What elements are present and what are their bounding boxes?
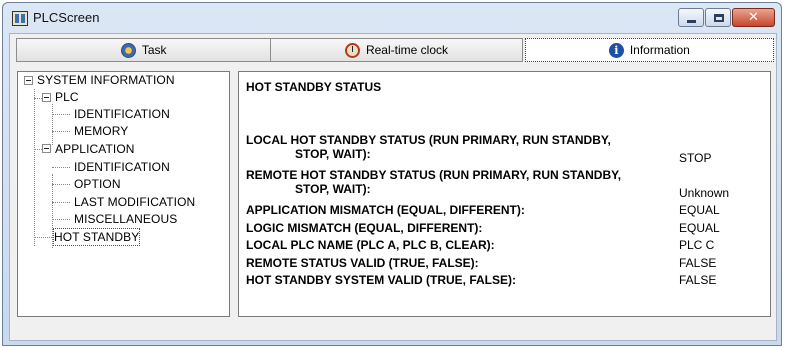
status-label: REMOTE STATUS VALID (TRUE, FALSE): (246, 256, 479, 270)
tree-node-system-information[interactable]: SYSTEM INFORMATION (37, 72, 175, 88)
status-value-local-plc-name: PLC C (679, 238, 715, 252)
client-area: Task Real-time clock i Information SYSTE… (9, 33, 777, 341)
tab-task-label: Task (141, 43, 167, 57)
status-label-continued: STOP, WAIT): (295, 147, 371, 161)
collapse-toggle-icon[interactable] (24, 76, 33, 85)
status-value-logic-mismatch: EQUAL (679, 221, 720, 235)
tree-node-app-last-modification[interactable]: LAST MODIFICATION (74, 194, 195, 210)
tree-node-app-option[interactable]: OPTION (74, 176, 121, 192)
detail-panel: HOT STANDBY STATUS LOCAL HOT STANDBY STA… (238, 71, 771, 317)
minimize-icon (687, 20, 696, 23)
status-label: LOCAL PLC NAME (PLC A, PLC B, CLEAR): (246, 238, 495, 252)
tree-line (52, 202, 70, 203)
close-icon: ✕ (748, 10, 759, 25)
tree-node-plc-memory[interactable]: MEMORY (74, 123, 128, 139)
tree-line (52, 104, 53, 145)
status-value-remote-status-valid: FALSE (679, 256, 717, 270)
tree-line (52, 219, 70, 220)
tab-bar: Task Real-time clock i Information (16, 38, 774, 64)
tree-line (52, 114, 70, 115)
status-label-continued: STOP, WAIT): (295, 182, 371, 196)
tree-line (52, 131, 70, 132)
tree-node-plc-identification[interactable]: IDENTIFICATION (74, 106, 170, 122)
status-row-application-mismatch: APPLICATION MISMATCH (EQUAL, DIFFERENT): (246, 203, 525, 217)
status-row-logic-mismatch: LOGIC MISMATCH (EQUAL, DIFFERENT): (246, 221, 482, 235)
status-label: LOGIC MISMATCH (EQUAL, DIFFERENT): (246, 221, 483, 235)
close-button[interactable]: ✕ (732, 8, 775, 27)
minimize-button[interactable] (678, 8, 704, 27)
collapse-toggle-icon[interactable] (42, 144, 51, 153)
plc-app-icon (12, 11, 28, 26)
tree-node-app-identification[interactable]: IDENTIFICATION (74, 159, 170, 175)
tab-real-time-clock-label: Real-time clock (365, 43, 448, 57)
maximize-icon (714, 14, 724, 22)
status-label: LOCAL HOT STANDBY STATUS (RUN PRIMARY, R… (246, 133, 611, 147)
tree-line (52, 184, 70, 185)
status-value-local-hot-standby: STOP (679, 151, 712, 165)
tab-information-label: Information (629, 43, 690, 57)
tree-line (52, 167, 70, 168)
tree-line (34, 149, 42, 150)
tab-real-time-clock[interactable]: Real-time clock (270, 38, 523, 62)
status-row-hot-standby-system-valid: HOT STANDBY SYSTEM VALID (TRUE, FALSE): (246, 273, 516, 287)
tree-line (52, 174, 53, 248)
tab-task[interactable]: Task (16, 38, 272, 62)
maximize-button[interactable] (705, 8, 731, 27)
tree-node-hot-standby[interactable]: HOT STANDBY (52, 228, 141, 246)
tree-line (34, 89, 35, 246)
status-label: APPLICATION MISMATCH (EQUAL, DIFFERENT): (246, 203, 525, 217)
status-row-local-plc-name: LOCAL PLC NAME (PLC A, PLC B, CLEAR): (246, 238, 495, 252)
info-icon: i (608, 42, 624, 58)
status-row-remote-status-valid: REMOTE STATUS VALID (TRUE, FALSE): (246, 256, 479, 270)
detail-heading: HOT STANDBY STATUS (246, 80, 382, 94)
tree-node-application[interactable]: APPLICATION (55, 141, 135, 157)
tree-node-plc[interactable]: PLC (55, 89, 79, 105)
tree-line (34, 237, 52, 238)
plcscreen-window: PLCScreen ✕ Task Real-time clock i Infor… (2, 2, 782, 346)
status-value-hot-standby-system-valid: FALSE (679, 273, 717, 287)
tab-information[interactable]: i Information (524, 38, 774, 62)
clock-icon (344, 42, 360, 58)
status-value-application-mismatch: EQUAL (679, 203, 720, 217)
status-row-remote-hot-standby: REMOTE HOT STANDBY STATUS (RUN PRIMARY, … (246, 168, 621, 196)
status-row-local-hot-standby: LOCAL HOT STANDBY STATUS (RUN PRIMARY, R… (246, 133, 611, 161)
caption-buttons: ✕ (677, 8, 775, 27)
tree-line (34, 98, 42, 99)
task-icon (120, 42, 136, 58)
status-label: HOT STANDBY SYSTEM VALID (TRUE, FALSE): (246, 273, 517, 287)
window-title: PLCScreen (33, 10, 100, 25)
tree-panel[interactable]: SYSTEM INFORMATION PLC IDENTIFICATION ME… (17, 71, 230, 317)
status-label: REMOTE HOT STANDBY STATUS (RUN PRIMARY, … (246, 168, 622, 182)
tree-node-app-miscellaneous[interactable]: MISCELLANEOUS (74, 211, 177, 227)
status-value-remote-hot-standby: Unknown (679, 186, 730, 200)
title-bar[interactable]: PLCScreen ✕ (3, 3, 781, 33)
collapse-toggle-icon[interactable] (42, 93, 51, 102)
